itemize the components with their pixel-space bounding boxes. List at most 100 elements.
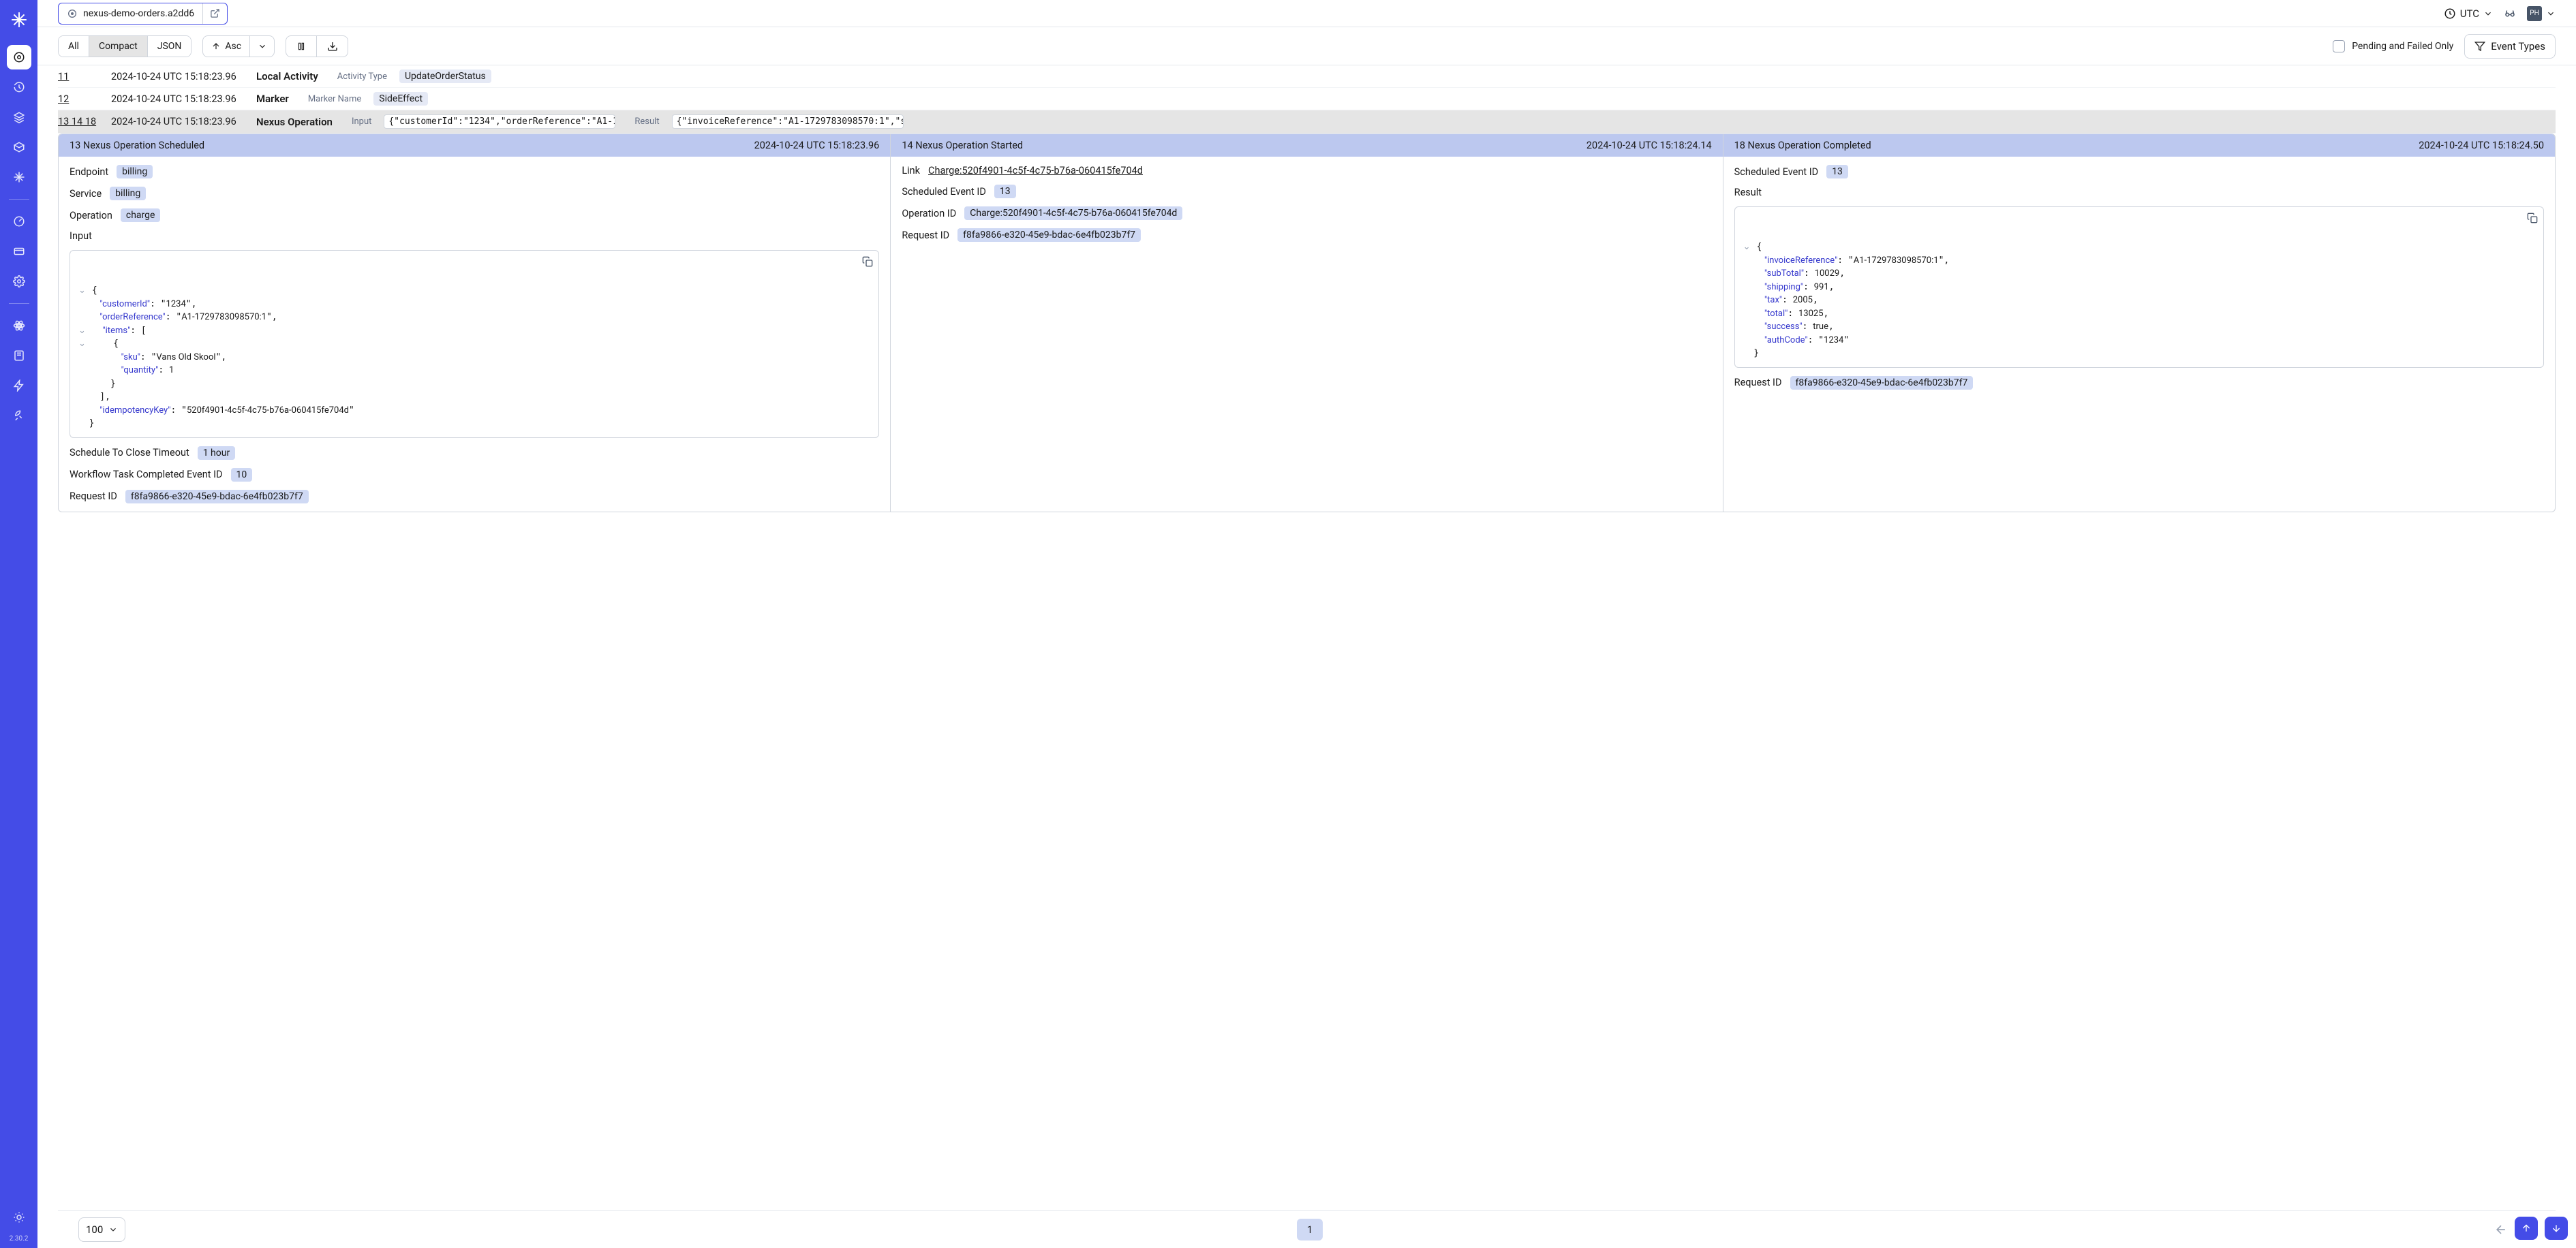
copy-icon (2527, 213, 2538, 223)
request-id-value: f8fa9866-e320-45e9-bdac-6e4fb023b7f7 (957, 228, 1141, 242)
namespace-selector[interactable]: nexus-demo-orders.a2dd6 (58, 3, 228, 25)
event-meta-label: Activity Type (337, 72, 387, 82)
pagination-footer: 100 1 (58, 1210, 2556, 1248)
nav-layers-icon[interactable] (7, 105, 31, 129)
panel-title: 14 Nexus Operation Started (902, 140, 1023, 151)
event-index[interactable]: 13 14 18 (58, 116, 99, 127)
input-preview: {"customerId":"1234","orderReference":"A… (384, 114, 615, 129)
sidebar: 2.30.2 (0, 0, 37, 1248)
endpoint-value: billing (117, 165, 153, 178)
nav-star-icon[interactable] (7, 165, 31, 189)
panel-scheduled: 13 Nexus Operation Scheduled 2024-10-24 … (59, 134, 891, 512)
link-value[interactable]: Charge:520f4901-4c5f-4c75-b76a-060415fe7… (928, 165, 1143, 176)
target-icon (67, 8, 78, 19)
scroll-down-button[interactable] (2545, 1217, 2568, 1240)
nav-history-icon[interactable] (7, 75, 31, 99)
nav-book-icon[interactable] (7, 343, 31, 368)
result-preview: {"invoiceReference":"A1-1729783098570:1"… (672, 114, 904, 129)
result-label: Result (634, 116, 659, 127)
event-row[interactable]: 11 2024-10-24 UTC 15:18:23.96 Local Acti… (58, 65, 2556, 88)
scroll-buttons (2515, 1217, 2568, 1240)
pause-button[interactable] (286, 35, 317, 57)
pending-failed-label: Pending and Failed Only (2352, 41, 2453, 52)
event-type: Local Activity (256, 70, 318, 82)
divider (9, 199, 29, 200)
logo-icon (10, 11, 28, 29)
nav-gauge-icon[interactable] (7, 209, 31, 234)
event-row[interactable]: 12 2024-10-24 UTC 15:18:23.96 Marker Mar… (58, 88, 2556, 110)
event-meta-value: SideEffect (373, 92, 428, 106)
event-index[interactable]: 12 (58, 93, 99, 105)
current-page[interactable]: 1 (1297, 1219, 1323, 1241)
nav-lightning-icon[interactable] (7, 373, 31, 398)
view-compact-button[interactable]: Compact (89, 36, 147, 57)
sort-button[interactable]: Asc (203, 36, 249, 57)
sched-event-label: Scheduled Event ID (1734, 166, 1819, 178)
page-size-selector[interactable]: 100 (78, 1217, 125, 1242)
nav-atom-icon[interactable] (7, 313, 31, 338)
chevron-down-icon (108, 1225, 118, 1234)
copy-button[interactable] (2527, 213, 2538, 223)
view-json-button[interactable]: JSON (147, 36, 191, 57)
toolbar: All Compact JSON Asc Pending and Failed … (37, 27, 2576, 65)
request-id-label: Request ID (902, 230, 949, 241)
nav-workflows-icon[interactable] (7, 45, 31, 69)
sched-event-value: 13 (1826, 165, 1848, 178)
request-id-label: Request ID (70, 490, 117, 502)
pending-failed-filter[interactable]: Pending and Failed Only (2333, 40, 2453, 52)
nav-rocket-icon[interactable] (7, 403, 31, 428)
nav-package-icon[interactable] (7, 135, 31, 159)
request-id-value: f8fa9866-e320-45e9-bdac-6e4fb023b7f7 (125, 490, 309, 503)
sched-event-label: Scheduled Event ID (902, 186, 986, 198)
timezone-selector[interactable]: UTC (2444, 7, 2493, 20)
event-types-label: Event Types (2491, 40, 2545, 52)
feedback-button[interactable] (2504, 7, 2516, 20)
checkbox[interactable] (2333, 40, 2345, 52)
user-menu[interactable]: PH (2527, 6, 2556, 21)
event-type: Marker (256, 93, 289, 105)
input-json-block: ⌄ { "customerId": "1234", "orderReferenc… (70, 250, 879, 438)
filter-icon (2474, 41, 2485, 52)
sort-dropdown[interactable] (249, 36, 274, 57)
arrow-up-icon (211, 42, 221, 51)
event-row-expanded[interactable]: 13 14 18 2024-10-24 UTC 15:18:23.96 Nexu… (58, 110, 2556, 134)
download-icon (327, 41, 338, 52)
input-section-label: Input (70, 230, 879, 242)
event-timestamp: 2024-10-24 UTC 15:18:23.96 (111, 71, 244, 82)
chevron-down-icon (2546, 9, 2556, 18)
scroll-up-button[interactable] (2515, 1217, 2538, 1240)
service-label: Service (70, 188, 102, 200)
result-json-block: ⌄ { "invoiceReference": "A1-172978309857… (1734, 206, 2544, 368)
arrow-left-icon (2494, 1223, 2508, 1236)
prev-page-button[interactable] (2494, 1223, 2508, 1236)
copy-button[interactable] (862, 256, 873, 267)
panel-title: 13 Nexus Operation Scheduled (70, 140, 204, 151)
event-meta-value: UpdateOrderStatus (399, 69, 491, 83)
event-timestamp: 2024-10-24 UTC 15:18:23.96 (111, 93, 244, 105)
nav-card-icon[interactable] (7, 239, 31, 264)
view-all-button[interactable]: All (59, 36, 89, 57)
arrow-up-icon (2521, 1223, 2532, 1234)
panel-timestamp: 2024-10-24 UTC 15:18:24.50 (2419, 140, 2544, 151)
arrow-down-icon (2551, 1223, 2562, 1234)
nav-settings-icon[interactable] (7, 269, 31, 294)
event-meta-label: Marker Name (308, 94, 361, 104)
chevron-down-icon (258, 42, 267, 51)
panel-title: 18 Nexus Operation Completed (1734, 140, 1871, 151)
event-index[interactable]: 11 (58, 71, 99, 82)
timeout-label: Schedule To Close Timeout (70, 447, 189, 458)
sched-event-value: 13 (994, 185, 1016, 198)
panel-completed: 18 Nexus Operation Completed 2024-10-24 … (1723, 134, 2555, 512)
nav-theme-icon[interactable] (7, 1205, 31, 1230)
main: nexus-demo-orders.a2dd6 UTC PH All Compa… (37, 0, 2576, 1248)
panel-timestamp: 2024-10-24 UTC 15:18:24.14 (1586, 140, 1712, 151)
open-external-button[interactable] (202, 3, 227, 24)
operation-id-label: Operation ID (902, 208, 956, 219)
event-types-button[interactable]: Event Types (2464, 34, 2556, 59)
timezone-label: UTC (2460, 7, 2479, 20)
service-value: billing (110, 187, 146, 200)
download-button[interactable] (317, 35, 348, 57)
sort-group: Asc (202, 35, 275, 57)
topbar: nexus-demo-orders.a2dd6 UTC PH (37, 0, 2576, 27)
input-label: Input (352, 116, 371, 127)
